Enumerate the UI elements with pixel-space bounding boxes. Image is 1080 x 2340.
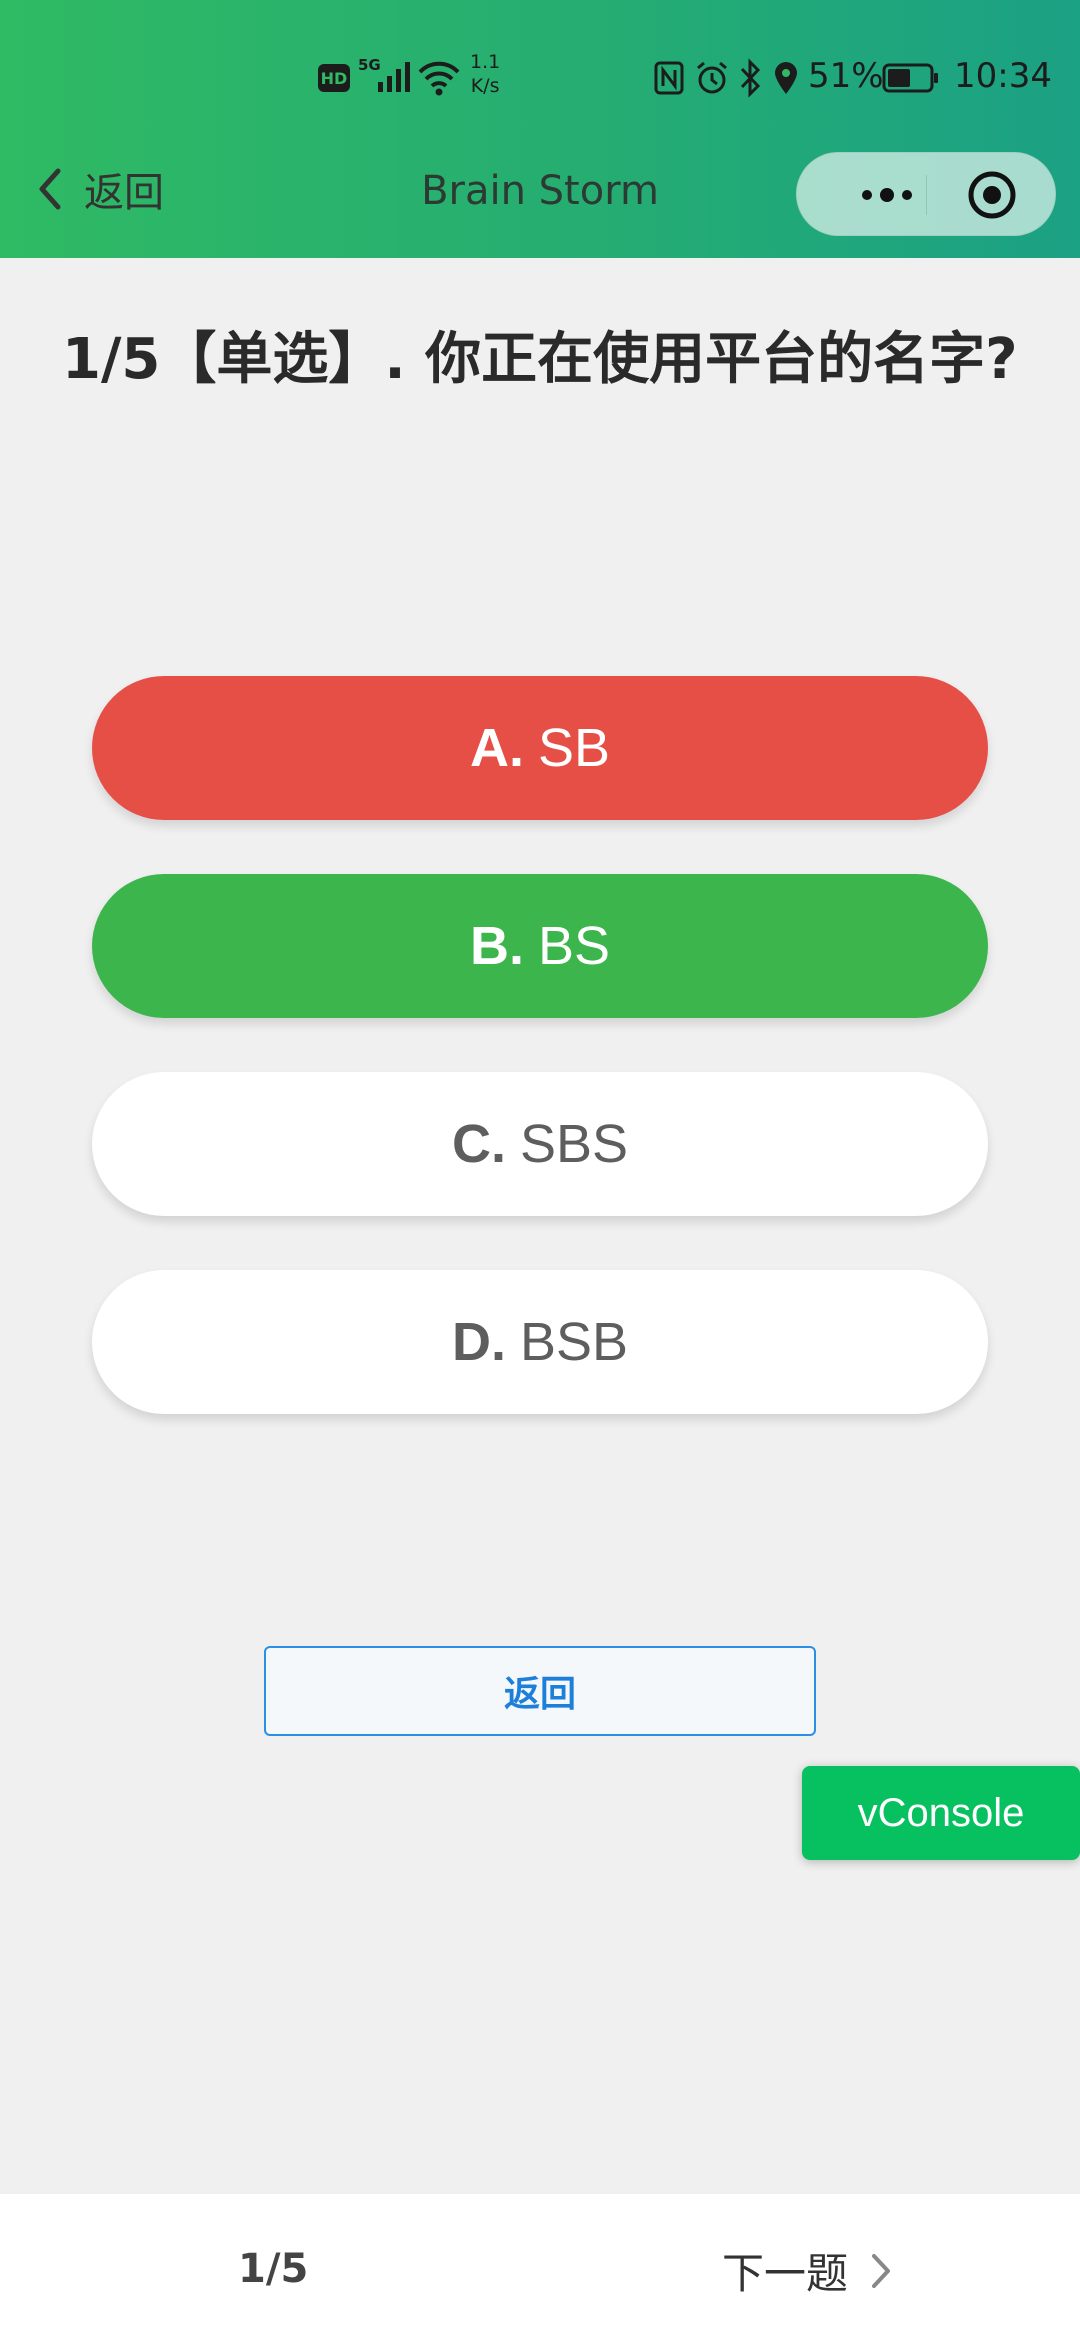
clock: 10:34 xyxy=(954,56,1052,96)
nfc-icon xyxy=(654,61,684,95)
option-a-button[interactable]: A. SB xyxy=(92,676,988,820)
wifi-icon xyxy=(418,61,460,96)
vconsole-button[interactable]: vConsole xyxy=(802,1766,1080,1860)
more-icon xyxy=(862,188,912,202)
status-bar: HD 5G 1.1 K/s 51% 10:34 xyxy=(0,40,1080,120)
hd-badge: HD xyxy=(318,64,350,92)
alarm-icon xyxy=(697,61,727,94)
close-target-icon xyxy=(968,171,1016,219)
mini-program-capsule xyxy=(796,152,1056,236)
more-button[interactable] xyxy=(837,153,937,237)
option-letter: C. xyxy=(451,1114,506,1174)
next-question-button[interactable]: 下一题 xyxy=(722,2240,892,2301)
close-button[interactable] xyxy=(927,153,1057,237)
battery-icon xyxy=(882,63,938,93)
option-letter: A. xyxy=(469,718,524,778)
header: HD 5G 1.1 K/s 51% 10:34 返回 Brain Storm xyxy=(0,0,1080,258)
option-text: SB xyxy=(537,718,611,778)
return-button[interactable]: 返回 xyxy=(264,1646,816,1736)
page-indicator: 1/5 xyxy=(238,2246,309,2292)
option-c-button[interactable]: C. SBS xyxy=(92,1072,988,1216)
option-text: BS xyxy=(537,916,611,976)
net-speed-value: 1.1 xyxy=(470,51,501,73)
bottom-bar: 1/5 下一题 xyxy=(0,2194,1080,2340)
option-letter: D. xyxy=(451,1312,506,1372)
bluetooth-icon xyxy=(740,58,761,98)
location-icon xyxy=(775,62,797,94)
net-speed: 1.1 K/s xyxy=(470,50,500,98)
chevron-right-icon xyxy=(872,2253,891,2288)
option-text: SBS xyxy=(519,1114,629,1174)
signal-icon xyxy=(378,62,410,92)
question-text: 1/5【单选】. 你正在使用平台的名字? xyxy=(62,327,1018,392)
next-question-label: 下一题 xyxy=(722,2249,849,2298)
battery-percent: 51% xyxy=(808,56,884,96)
option-text: BSB xyxy=(519,1312,629,1372)
option-letter: B. xyxy=(469,916,524,976)
net-speed-unit: K/s xyxy=(470,75,500,97)
option-b-button[interactable]: B. BS xyxy=(92,874,988,1018)
option-d-button[interactable]: D. BSB xyxy=(92,1270,988,1414)
